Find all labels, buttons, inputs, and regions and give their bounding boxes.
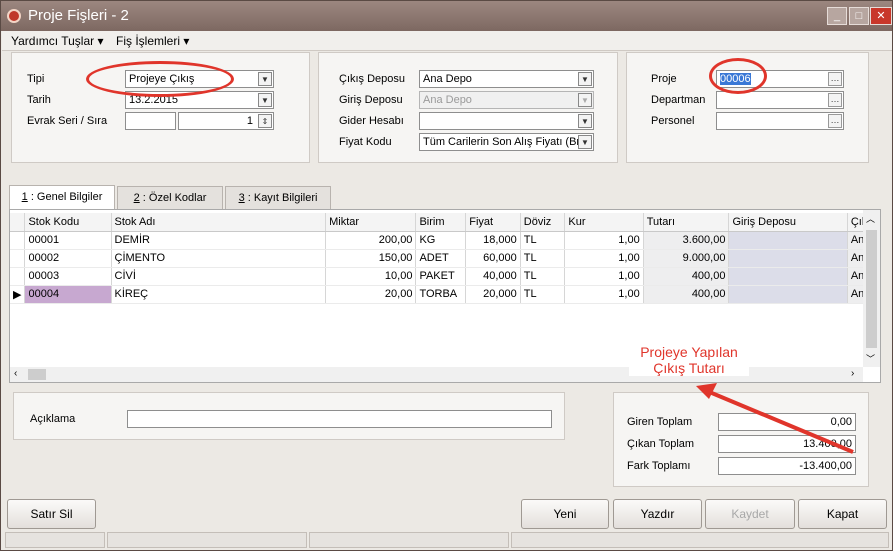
project-slip-window: Proje Fişleri - 2 _ □ ✕ Yardımcı Tuşlar … bbox=[0, 0, 893, 551]
annotation-arrow bbox=[696, 383, 854, 454]
